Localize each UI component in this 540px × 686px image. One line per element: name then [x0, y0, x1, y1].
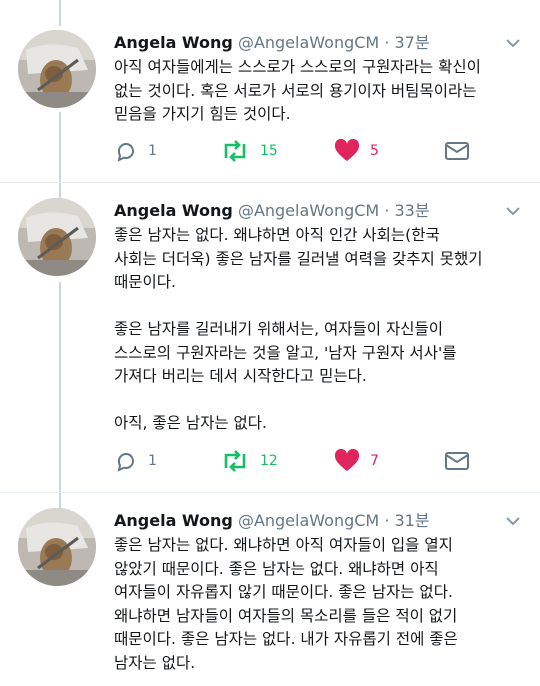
display-name[interactable]: Angela Wong	[114, 201, 233, 220]
tweet-text: 좋은 남자는 없다. 왜냐하면 아직 여자들이 입을 열지 않았기 때문이다. …	[114, 536, 458, 672]
like-button[interactable]: 7	[334, 446, 379, 476]
reply-button[interactable]: 1	[114, 136, 157, 166]
message-icon	[445, 452, 469, 470]
avatar[interactable]	[18, 508, 96, 586]
avatar[interactable]	[18, 198, 96, 276]
direct-message-button[interactable]	[444, 136, 470, 166]
direct-message-button[interactable]	[444, 446, 470, 476]
tweet-header: Angela Wong @AngelaWongCM · 33분	[114, 198, 430, 224]
like-icon	[334, 449, 360, 471]
retweet-count: 12	[260, 453, 278, 469]
retweet-button[interactable]: 15	[220, 136, 278, 166]
chevron-down-icon[interactable]	[504, 514, 522, 528]
timestamp[interactable]: · 33분	[384, 201, 429, 220]
action-bar: 1 15 5	[114, 136, 534, 166]
retweet-icon	[224, 450, 246, 472]
retweet-icon	[224, 140, 246, 162]
tweet-header: Angela Wong @AngelaWongCM · 37분	[114, 30, 430, 56]
user-handle[interactable]: @AngelaWongCM	[238, 511, 379, 530]
tweet-3[interactable]: Angela Wong @AngelaWongCM · 31분 좋은 남자는 없…	[0, 508, 540, 686]
retweet-count: 15	[260, 143, 278, 159]
timestamp[interactable]: · 31분	[384, 511, 429, 530]
avatar[interactable]	[18, 30, 96, 108]
user-handle[interactable]: @AngelaWongCM	[238, 33, 379, 52]
user-handle[interactable]: @AngelaWongCM	[238, 201, 379, 220]
avatar-image	[18, 508, 96, 586]
avatar-image	[18, 198, 96, 276]
reply-count: 1	[148, 143, 157, 159]
reply-icon	[117, 143, 134, 162]
like-button[interactable]: 5	[334, 136, 379, 166]
action-bar: 1 12 7	[114, 446, 534, 476]
tweet-2[interactable]: Angela Wong @AngelaWongCM · 33분 좋은 남자는 없…	[0, 198, 540, 498]
tweet-1[interactable]: Angela Wong @AngelaWongCM · 37분 아직 여자들에게…	[0, 30, 540, 190]
retweet-button[interactable]: 12	[220, 446, 278, 476]
timestamp[interactable]: · 37분	[384, 33, 429, 52]
display-name[interactable]: Angela Wong	[114, 33, 233, 52]
tweet-text: 좋은 남자는 없다. 왜냐하면 아직 인간 사회는(한국 사회는 더더욱) 좋은…	[114, 226, 483, 432]
avatar-image	[18, 30, 96, 108]
like-count: 7	[370, 453, 379, 469]
display-name[interactable]: Angela Wong	[114, 511, 233, 530]
message-icon	[445, 142, 469, 160]
reply-icon	[117, 453, 134, 472]
divider	[0, 492, 540, 493]
reply-button[interactable]: 1	[114, 446, 157, 476]
tweet-text: 아직 여자들에게는 스스로가 스스로의 구원자라는 확신이 없는 것이다. 혹은…	[114, 58, 481, 123]
chevron-down-icon[interactable]	[504, 204, 522, 218]
chevron-down-icon[interactable]	[504, 36, 522, 50]
reply-count: 1	[148, 453, 157, 469]
like-count: 5	[370, 143, 379, 159]
thread-line-top	[59, 0, 61, 26]
tweet-header: Angela Wong @AngelaWongCM · 31분	[114, 508, 430, 534]
like-icon	[334, 139, 360, 161]
divider	[0, 182, 540, 183]
